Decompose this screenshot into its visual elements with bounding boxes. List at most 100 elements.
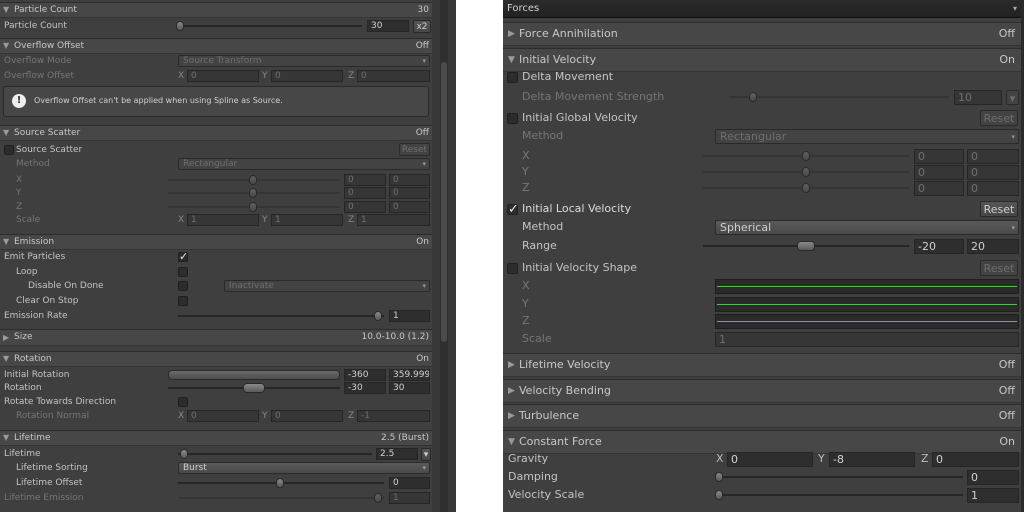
- slider-knob[interactable]: [249, 202, 257, 212]
- particle-count-slider[interactable]: [176, 21, 362, 31]
- slider-knob[interactable]: [374, 493, 382, 503]
- foldout-closed-icon[interactable]: ▶: [508, 354, 515, 376]
- shape-z-curve[interactable]: [715, 314, 1019, 329]
- gravity-z-field[interactable]: 0: [932, 452, 1019, 467]
- global-y-min[interactable]: 0: [914, 165, 964, 180]
- scatter-z-slider[interactable]: [168, 202, 340, 212]
- scale-y-field[interactable]: 1: [271, 214, 343, 226]
- foldout-open-icon[interactable]: ▼: [3, 352, 9, 366]
- range-max-field[interactable]: 20: [967, 239, 1019, 254]
- lifetime-curve-dropdown-icon[interactable]: ▾: [421, 448, 431, 461]
- scatter-y-min[interactable]: 0: [344, 187, 386, 199]
- global-method-dropdown[interactable]: Rectangular ▾: [715, 129, 1019, 144]
- global-y-slider[interactable]: [703, 167, 909, 177]
- lifetime-header[interactable]: ▼ Lifetime 2.5 (Burst): [0, 430, 432, 446]
- shape-y-curve[interactable]: [715, 297, 1019, 312]
- overflow-offset-header[interactable]: ▼ Overflow Offset Off: [0, 38, 432, 54]
- lifetime-offset-slider[interactable]: [178, 478, 384, 488]
- scrollbar-thumb[interactable]: [441, 62, 447, 342]
- slider-knob[interactable]: [249, 188, 257, 198]
- slider-range-knob[interactable]: [168, 370, 340, 380]
- damping-slider[interactable]: [715, 472, 963, 482]
- local-velocity-checkbox[interactable]: [507, 201, 519, 219]
- slider-knob[interactable]: [276, 478, 284, 488]
- overflow-x-field[interactable]: 0: [187, 70, 259, 82]
- lifetime-field[interactable]: 2.5: [376, 448, 418, 460]
- gravity-x-field[interactable]: 0: [727, 452, 813, 467]
- normal-x-field[interactable]: 0: [187, 410, 259, 422]
- slider-knob[interactable]: [802, 167, 810, 177]
- global-x-slider[interactable]: [703, 151, 909, 161]
- overflow-z-field[interactable]: 0: [357, 70, 430, 82]
- particle-count-field[interactable]: 30: [367, 20, 409, 32]
- range-slider[interactable]: [703, 241, 909, 251]
- shape-scale-field[interactable]: 1: [715, 332, 1019, 347]
- scatter-method-dropdown[interactable]: Rectangular ▾: [178, 158, 430, 170]
- slider-range-knob[interactable]: [797, 241, 815, 251]
- turbulence-header[interactable]: ▶ Turbulence Off: [503, 404, 1021, 428]
- initial-rotation-slider[interactable]: [168, 370, 340, 380]
- scatter-x-slider[interactable]: [168, 175, 340, 185]
- foldout-open-icon[interactable]: ▼: [3, 235, 9, 249]
- slider-knob[interactable]: [802, 183, 810, 193]
- foldout-closed-icon[interactable]: ▶: [3, 330, 9, 345]
- slider-knob[interactable]: [249, 175, 257, 185]
- lifetime-slider[interactable]: [178, 449, 372, 459]
- foldout-open-icon[interactable]: ▼: [3, 431, 9, 445]
- rotation-min[interactable]: -30: [344, 382, 386, 394]
- multiplier-button[interactable]: x2: [413, 20, 431, 33]
- velocity-shape-checkbox[interactable]: [507, 263, 518, 274]
- emission-rate-field[interactable]: 1: [389, 310, 430, 322]
- global-x-min[interactable]: 0: [914, 149, 964, 164]
- scale-z-field[interactable]: 1: [357, 214, 430, 226]
- normal-z-field[interactable]: -1: [357, 410, 430, 422]
- emit-particles-checkbox[interactable]: [178, 250, 188, 264]
- scatter-x-max[interactable]: 0: [389, 174, 430, 186]
- scatter-y-slider[interactable]: [168, 188, 340, 198]
- global-velocity-checkbox[interactable]: [507, 113, 518, 124]
- velocity-scale-slider[interactable]: [715, 490, 963, 500]
- shape-x-curve[interactable]: [715, 279, 1019, 294]
- initial-rotation-max[interactable]: 359.999: [389, 369, 430, 381]
- foldout-closed-icon[interactable]: ▶: [508, 23, 515, 45]
- global-x-max[interactable]: 0: [967, 149, 1019, 164]
- source-scatter-checkbox[interactable]: [4, 145, 14, 155]
- lifetime-offset-field[interactable]: 0: [389, 477, 430, 489]
- global-z-slider[interactable]: [703, 183, 909, 193]
- source-scatter-header[interactable]: ▼ Source Scatter Off: [0, 125, 432, 141]
- slider-knob[interactable]: [715, 490, 723, 500]
- lifetime-sorting-dropdown[interactable]: Burst ▾: [178, 462, 430, 474]
- slider-knob[interactable]: [374, 311, 382, 321]
- gravity-y-field[interactable]: -8: [829, 452, 915, 467]
- force-annihilation-header[interactable]: ▶ Force Annihilation Off: [503, 22, 1021, 46]
- rotation-slider[interactable]: [168, 383, 340, 393]
- global-z-min[interactable]: 0: [914, 181, 964, 196]
- emission-header[interactable]: ▼ Emission On: [0, 234, 432, 250]
- rotation-max[interactable]: 30: [389, 382, 430, 394]
- foldout-open-icon[interactable]: ▼: [3, 126, 9, 140]
- slider-knob[interactable]: [180, 449, 188, 459]
- emission-rate-slider[interactable]: [178, 311, 384, 321]
- overflow-mode-dropdown[interactable]: Source Transform ▾: [178, 55, 430, 67]
- scatter-y-max[interactable]: 0: [389, 187, 430, 199]
- local-velocity-reset-button[interactable]: Reset: [980, 201, 1018, 217]
- delta-strength-slider[interactable]: [729, 92, 949, 102]
- normal-y-field[interactable]: 0: [271, 410, 343, 422]
- velocity-shape-reset-button[interactable]: Reset: [980, 260, 1018, 276]
- velocity-scale-field[interactable]: 1: [967, 488, 1019, 503]
- global-velocity-reset-button[interactable]: Reset: [980, 110, 1018, 126]
- lifetime-velocity-header[interactable]: ▶ Lifetime Velocity Off: [503, 353, 1021, 377]
- foldout-closed-icon[interactable]: ▶: [508, 380, 515, 402]
- rotate-towards-checkbox[interactable]: [178, 397, 188, 407]
- slider-knob[interactable]: [749, 92, 757, 102]
- scatter-x-min[interactable]: 0: [344, 174, 386, 186]
- slider-knob[interactable]: [802, 151, 810, 161]
- left-scrollbar[interactable]: [432, 0, 456, 512]
- rotation-header[interactable]: ▼ Rotation On: [0, 351, 432, 367]
- delta-movement-checkbox[interactable]: [507, 72, 518, 83]
- disable-on-done-checkbox[interactable]: [178, 281, 188, 291]
- foldout-closed-icon[interactable]: ▶: [508, 405, 515, 427]
- scale-x-field[interactable]: 1: [187, 214, 259, 226]
- size-header[interactable]: ▶ Size 10.0-10.0 (1.2): [0, 329, 432, 346]
- foldout-open-icon[interactable]: ▼: [3, 39, 9, 53]
